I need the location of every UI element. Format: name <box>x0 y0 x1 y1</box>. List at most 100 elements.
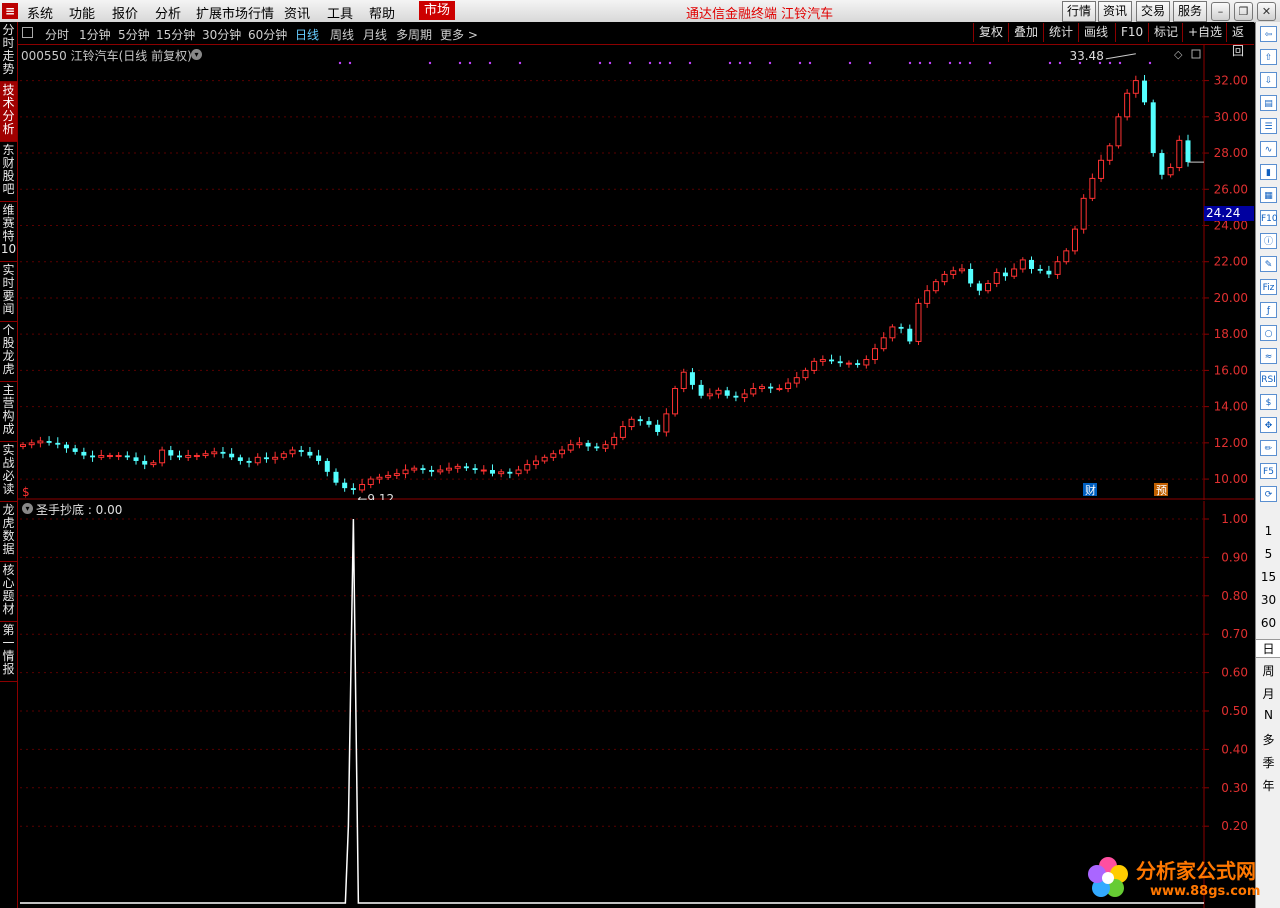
candle-body <box>532 460 539 466</box>
right-period-1[interactable]: 5 <box>1256 547 1280 561</box>
right-period-4[interactable]: 60 <box>1256 616 1280 630</box>
market-button[interactable]: 行情 <box>1062 1 1096 22</box>
indicator-chart[interactable]: 1.00 0.90 0.80 0.70 0.60 0.50 0.40 0.30 0.20 <box>18 501 1254 908</box>
right-period-0[interactable]: 1 <box>1256 524 1280 538</box>
right-period-9[interactable]: 多 <box>1256 731 1280 748</box>
period-intraday[interactable]: 分时 <box>45 26 69 43</box>
dollar-icon[interactable]: $ <box>1260 394 1277 410</box>
period-daily[interactable]: 日线 <box>295 26 319 43</box>
wave-icon[interactable]: ≈ <box>1260 348 1277 364</box>
right-period-3[interactable]: 30 <box>1256 593 1280 607</box>
back-button[interactable]: 返回 <box>1226 23 1254 58</box>
price-tick-label: 14.00 <box>1214 400 1248 414</box>
candle-body <box>28 442 35 446</box>
panel-toggle-icon[interactable] <box>22 27 33 38</box>
tab-core-theme[interactable]: 核心题材 <box>0 562 17 622</box>
trade-button[interactable]: 交易 <box>1136 1 1170 22</box>
fiz-icon[interactable]: Fiz <box>1260 279 1277 295</box>
right-period-5[interactable]: 日 <box>1256 639 1280 658</box>
f10-icon[interactable]: F10 <box>1260 210 1278 226</box>
menu-function[interactable]: 功能 <box>69 3 95 22</box>
back-arrow-icon[interactable]: ⇦ <box>1260 26 1277 42</box>
right-period-7[interactable]: 月 <box>1256 685 1280 702</box>
draw-button[interactable]: 画线 <box>1078 23 1113 42</box>
candle-body <box>1071 228 1078 252</box>
indicator-line <box>20 518 1204 904</box>
candle-body <box>150 462 157 466</box>
tab-wst[interactable]: 维赛特10 <box>0 202 17 262</box>
fund-icon[interactable]: ƒ <box>1260 302 1277 318</box>
menu-news[interactable]: 资讯 <box>284 3 310 22</box>
candle-body <box>333 471 339 483</box>
candle-body <box>393 473 400 476</box>
menu-quote[interactable]: 报价 <box>112 3 138 22</box>
period-60min[interactable]: 60分钟 <box>248 26 287 43</box>
period-weekly[interactable]: 周线 <box>330 26 354 43</box>
restore-icon[interactable]: ❐ <box>1234 2 1253 21</box>
period-30min[interactable]: 30分钟 <box>202 26 241 43</box>
right-period-10[interactable]: 季 <box>1256 754 1280 771</box>
period-more[interactable]: 更多 > <box>440 26 478 43</box>
tab-must-read[interactable]: 实战必读 <box>0 442 17 502</box>
stats-button[interactable]: 统计 <box>1043 23 1078 42</box>
tab-lhb-data[interactable]: 龙虎数据 <box>0 502 17 562</box>
menu-system[interactable]: 系统 <box>27 3 53 22</box>
candle-body <box>637 419 643 422</box>
close-icon[interactable]: ✕ <box>1257 2 1276 21</box>
menu-analysis[interactable]: 分析 <box>155 3 181 22</box>
f10-button[interactable]: F10 <box>1115 23 1148 42</box>
period-15min[interactable]: 15分钟 <box>156 26 195 43</box>
candlestick-chart[interactable]: 32.0030.0028.0026.0024.0022.0020.0018.00… <box>18 45 1254 500</box>
period-multi[interactable]: 多周期 <box>396 26 432 43</box>
minimize-icon[interactable]: – <box>1211 2 1230 21</box>
candle <box>342 478 348 492</box>
tab-news[interactable]: 实时要闻 <box>0 262 17 322</box>
down-arrow-icon[interactable]: ⇩ <box>1260 72 1277 88</box>
app-logo-icon[interactable]: ≡ <box>2 3 18 19</box>
right-period-11[interactable]: 年 <box>1256 777 1280 794</box>
signal-dot <box>908 61 912 65</box>
tab-first-intel[interactable]: 第一情报 <box>0 622 17 682</box>
tab-business[interactable]: 主营构成 <box>0 382 17 442</box>
period-5min[interactable]: 5分钟 <box>118 26 150 43</box>
info-icon[interactable]: ⓘ <box>1260 233 1277 249</box>
up-arrow-icon[interactable]: ⇧ <box>1260 49 1277 65</box>
tab-forum[interactable]: 东财股吧 <box>0 142 17 202</box>
service-button[interactable]: 服务 <box>1173 1 1207 22</box>
right-period-8[interactable]: N <box>1256 708 1280 722</box>
notes-icon[interactable]: ✎ <box>1260 256 1277 272</box>
add-watchlist-button[interactable]: +自选 <box>1182 23 1227 42</box>
circle-icon[interactable]: ○ <box>1260 325 1277 341</box>
tab-intraday[interactable]: 分时走势 <box>0 22 17 82</box>
tab-dragon-tiger[interactable]: 个股龙虎 <box>0 322 17 382</box>
move-icon[interactable]: ✥ <box>1260 417 1277 433</box>
kline-icon[interactable]: ▮ <box>1260 164 1277 180</box>
period-monthly[interactable]: 月线 <box>363 26 387 43</box>
adjust-button[interactable]: 复权 <box>973 23 1008 42</box>
candle-body <box>872 348 879 361</box>
chart-line-icon[interactable]: ∿ <box>1260 141 1277 157</box>
refresh-icon[interactable]: ⟳ <box>1260 486 1277 502</box>
signal-dot <box>988 61 992 65</box>
rsi-icon[interactable]: RSI <box>1260 371 1277 387</box>
list-icon[interactable]: ☰ <box>1260 118 1277 134</box>
tab-technical[interactable]: 技术分析 <box>0 82 17 142</box>
period-1min[interactable]: 1分钟 <box>79 26 111 43</box>
right-period-6[interactable]: 周 <box>1256 662 1280 679</box>
overlay-button[interactable]: 叠加 <box>1008 23 1043 42</box>
mark-button[interactable]: 标记 <box>1148 23 1183 42</box>
menu-extended-market[interactable]: 扩展市场行情 <box>196 3 274 22</box>
menu-help[interactable]: 帮助 <box>369 3 395 22</box>
candle <box>193 452 200 461</box>
right-period-2[interactable]: 15 <box>1256 570 1280 584</box>
report-icon[interactable]: ▤ <box>1260 95 1277 111</box>
market-tab[interactable]: 市场 <box>419 1 455 20</box>
candle <box>811 357 818 375</box>
grid-icon[interactable]: ▦ <box>1260 187 1277 203</box>
news-button[interactable]: 资讯 <box>1098 1 1132 22</box>
menu-tools[interactable]: 工具 <box>327 3 353 22</box>
dropdown-icon[interactable]: ▾ <box>191 49 202 60</box>
indicator-dropdown-icon[interactable]: ▾ <box>22 503 33 514</box>
f5-icon[interactable]: F5 <box>1260 463 1277 479</box>
pencil-icon[interactable]: ✏ <box>1260 440 1277 456</box>
